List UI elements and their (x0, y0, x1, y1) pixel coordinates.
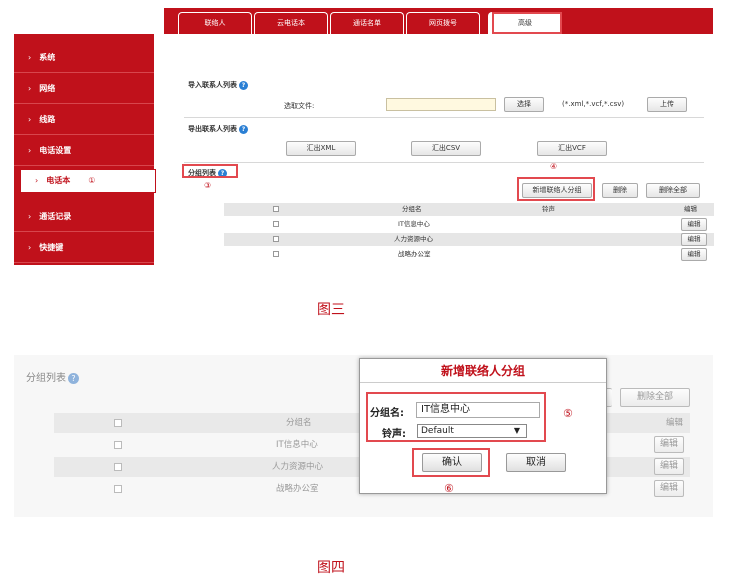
import-section-title: 导入联系人列表? (188, 80, 248, 90)
row-checkbox[interactable] (273, 251, 279, 257)
marker-3: ③ (204, 181, 212, 190)
marker-4: ④ (550, 162, 558, 171)
marker-6: ⑥ (444, 482, 454, 495)
edit-button[interactable]: 编辑 (681, 218, 707, 231)
tab-web-dial[interactable]: 网页拨号 (406, 12, 480, 34)
column-header-group-name: 分组名 (402, 205, 422, 213)
figure-3-caption: 图三 (317, 302, 345, 318)
edit-button[interactable]: 编辑 (654, 458, 684, 475)
select-file-label: 选取文件: (284, 102, 315, 110)
group-name-input[interactable]: IT信息中心 (416, 402, 540, 418)
edit-button[interactable]: 编辑 (654, 436, 684, 453)
row-checkbox[interactable] (114, 463, 122, 471)
export-xml-button[interactable]: 汇出XML (286, 141, 356, 156)
row-checkbox[interactable] (273, 221, 279, 227)
main-content: 导入联系人列表? 选取文件: 选择 (*.xml,*.vcf,*.csv) 上传… (174, 34, 714, 265)
row-checkbox[interactable] (273, 236, 279, 242)
highlight-tab-advanced (492, 12, 562, 34)
confirm-button[interactable]: 确认 (422, 453, 482, 472)
group-name-cell: IT信息中心 (276, 440, 318, 450)
file-path-input[interactable] (386, 98, 496, 111)
column-header-ringtone: 铃声 (542, 205, 555, 213)
highlight-add-group-button (517, 177, 595, 201)
group-name-cell: 战略办公室 (398, 250, 431, 258)
table-header-row: 分组名 铃声 编辑 (224, 203, 714, 216)
sidebar-item-system[interactable]: › 系统 (14, 42, 154, 73)
chevron-right-icon: › (28, 212, 32, 221)
figure-3-screenshot: 联络人 云电话本 通话名单 网页拨号 高级 ② ›系统 ›网络 ›线路 ›电话设… (14, 8, 714, 265)
table-row: IT信息中心 编辑 (224, 218, 714, 231)
export-section-title: 导出联系人列表? (188, 124, 248, 134)
column-header-edit: 编辑 (684, 205, 697, 213)
divider (184, 162, 704, 163)
figure-4-caption: 图四 (317, 560, 345, 576)
group-name-cell: IT信息中心 (398, 220, 430, 228)
tab-cloud-phonebook[interactable]: 云电话本 (254, 12, 328, 34)
export-vcf-button[interactable]: 汇出VCF (537, 141, 607, 156)
chevron-right-icon: › (28, 53, 32, 62)
column-header-group-name: 分组名 (286, 418, 312, 428)
edit-button[interactable]: 编辑 (654, 480, 684, 497)
chevron-right-icon: › (28, 243, 32, 252)
group-list-title: 分组列表? (26, 369, 79, 384)
dialog-title: 新增联络人分组 (360, 359, 606, 383)
file-types-text: (*.xml,*.vcf,*.csv) (562, 100, 625, 108)
highlight-group-title (182, 164, 238, 178)
sidebar-item-shortcut-keys[interactable]: › 快捷键 (14, 232, 154, 263)
chevron-right-icon: › (28, 115, 32, 124)
delete-all-button[interactable]: 删除全部 (620, 388, 690, 407)
select-all-checkbox[interactable] (273, 206, 279, 212)
group-name-cell: 人力资源中心 (272, 462, 324, 472)
help-icon[interactable]: ? (68, 372, 79, 384)
cancel-button[interactable]: 取消 (506, 453, 566, 472)
edit-button[interactable]: 编辑 (681, 248, 707, 261)
sidebar: › 系统 › 网络 › 线路 › 电话设置 › 电话本 ① › 通话记录 › 快捷键 (14, 34, 156, 265)
edit-button[interactable]: 编辑 (681, 233, 707, 246)
delete-button[interactable]: 删除 (602, 183, 638, 198)
group-name-cell: 战略办公室 (276, 484, 319, 494)
row-checkbox[interactable] (114, 441, 122, 449)
chevron-right-icon: › (28, 84, 32, 93)
sidebar-item-lines[interactable]: › 线路 (14, 104, 154, 135)
help-icon[interactable]: ? (239, 80, 248, 90)
export-csv-button[interactable]: 汇出CSV (411, 141, 481, 156)
add-group-dialog: 新增联络人分组 分组名: IT信息中心 铃声: Default ▼ ⑤ 确认 取… (359, 358, 607, 495)
marker-1: ① (88, 176, 96, 185)
table-row: 人力资源中心 编辑 (224, 233, 714, 246)
tab-contacts[interactable]: 联络人 (178, 12, 252, 34)
chevron-right-icon: › (28, 146, 32, 155)
ringtone-select[interactable]: Default ▼ (417, 424, 527, 438)
sidebar-item-phone-settings[interactable]: › 电话设置 (14, 135, 154, 166)
table-row: 战略办公室 编辑 (224, 248, 714, 261)
group-name-cell: 人力资源中心 (394, 235, 433, 243)
group-name-label: 分组名: (370, 408, 404, 419)
chevron-right-icon: › (35, 176, 39, 185)
divider (184, 117, 704, 118)
ringtone-label: 铃声: (382, 429, 406, 440)
marker-5: ⑤ (563, 407, 573, 420)
sidebar-item-network[interactable]: › 网络 (14, 73, 154, 104)
select-all-checkbox[interactable] (114, 419, 122, 427)
select-file-button[interactable]: 选择 (504, 97, 544, 112)
figure-4-screenshot: 分组列表? 删除全部 分组名 编辑 IT信息中心 编辑 人力资源中心 编辑 战略… (14, 355, 713, 517)
tab-call-list[interactable]: 通话名单 (330, 12, 404, 34)
delete-all-button[interactable]: 删除全部 (646, 183, 700, 198)
sidebar-item-phonebook[interactable]: › 电话本 ① (20, 169, 156, 193)
upload-button[interactable]: 上传 (647, 97, 687, 112)
sidebar-item-call-log[interactable]: › 通话记录 (14, 201, 154, 232)
row-checkbox[interactable] (114, 485, 122, 493)
column-header-edit: 编辑 (666, 418, 684, 428)
dropdown-arrow-icon: ▼ (513, 426, 520, 435)
help-icon[interactable]: ? (239, 124, 248, 134)
